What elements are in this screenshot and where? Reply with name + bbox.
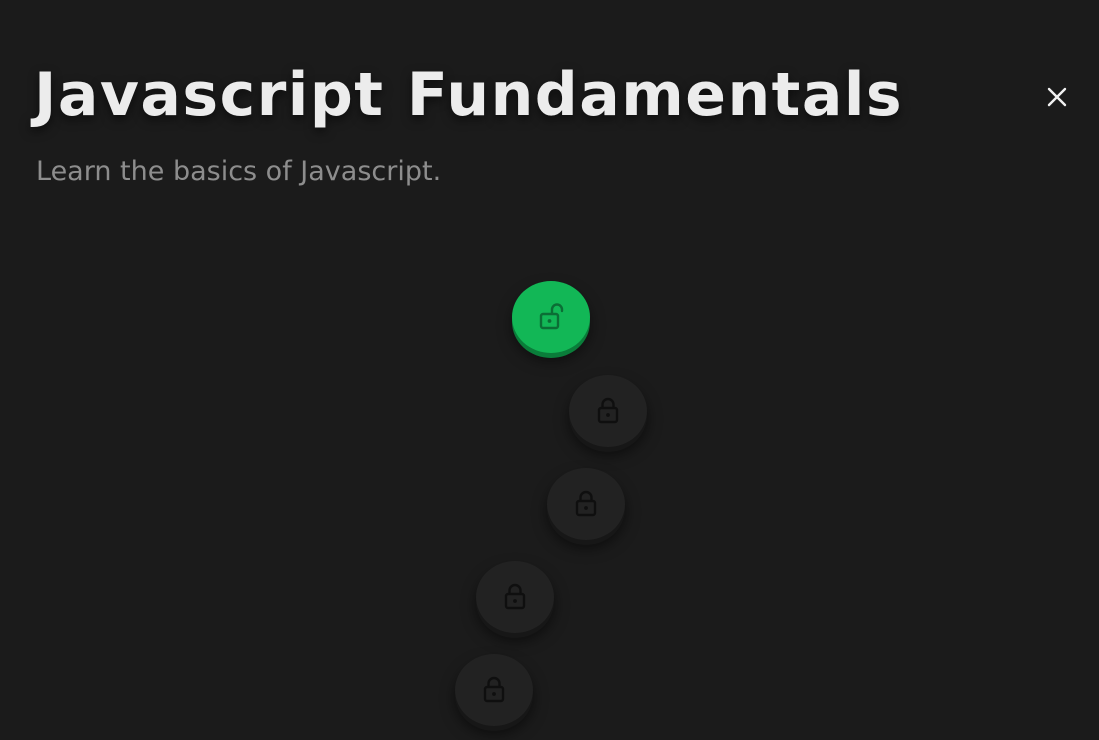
page-title: Javascript Fundamentals [34,60,904,130]
lock-icon [575,490,597,517]
lesson-node-5[interactable] [455,654,533,726]
lock-icon [504,583,526,610]
page-subtitle: Learn the basics of Javascript. [36,156,442,187]
lock-icon [597,397,619,424]
lock-open-icon [539,303,564,330]
lock-icon [483,676,505,703]
close-icon [1047,87,1067,107]
course-page: Javascript Fundamentals Learn the basics… [0,0,1099,740]
close-button[interactable] [1040,80,1074,114]
lesson-node-1[interactable] [512,281,590,353]
lesson-node-4[interactable] [476,561,554,633]
lesson-node-2[interactable] [569,375,647,447]
lesson-node-3[interactable] [547,468,625,540]
